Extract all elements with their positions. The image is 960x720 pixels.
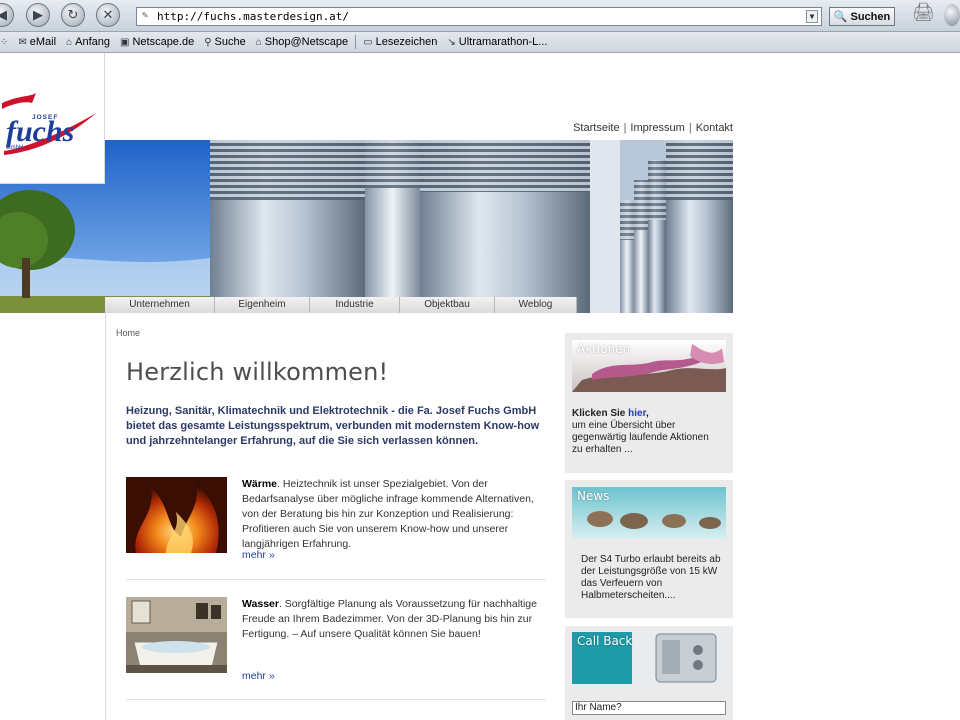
fuchs-logo-icon: JOSEF fuchs GmbH bbox=[2, 93, 96, 155]
stop-button[interactable]: ✕ bbox=[96, 3, 120, 27]
more-link[interactable]: mehr » bbox=[242, 670, 275, 682]
folder-icon: ▭ bbox=[363, 36, 373, 48]
bookmark-ultramarathon[interactable]: ↘ Ultramarathon-L... bbox=[442, 36, 552, 48]
header-banner-image bbox=[0, 140, 733, 313]
link-startseite[interactable]: Startseite bbox=[573, 122, 619, 134]
logo-suffix: GmbH bbox=[6, 145, 23, 151]
magnifier-icon: 🔍 bbox=[833, 11, 848, 23]
bookmark-overflow[interactable]: ⁘ bbox=[0, 37, 13, 48]
back-button[interactable]: ◀ bbox=[0, 3, 14, 27]
link-icon: ↘ bbox=[447, 36, 456, 48]
logo-name: fuchs bbox=[6, 115, 74, 148]
search-icon: ⚲ bbox=[204, 36, 212, 48]
link-impressum[interactable]: Impressum bbox=[630, 122, 684, 134]
reload-button[interactable]: ↻ bbox=[61, 3, 85, 27]
news-image[interactable]: News bbox=[572, 487, 726, 539]
fire-image bbox=[126, 477, 227, 553]
chevron-icon: ⁘ bbox=[0, 36, 9, 48]
bookmark-label: Suche bbox=[214, 36, 246, 48]
news-text: Der S4 Turbo erlaubt bereits ab der Leis… bbox=[581, 554, 721, 601]
bookmark-label: eMail bbox=[29, 36, 57, 48]
bookmark-label: Shop@Netscape bbox=[264, 36, 349, 48]
aktionen-label: Aktionen bbox=[577, 342, 631, 356]
aktionen-body: um eine Übersicht über gegenwärtig laufe… bbox=[572, 420, 709, 455]
feature-text: Wasser. Sorgfältige Planung als Vorausse… bbox=[242, 597, 552, 642]
bookmark-label: Anfang bbox=[75, 36, 110, 48]
sidebar-aktionen: Aktionen Klicken Sie hier, um eine Übersi… bbox=[565, 333, 733, 473]
bookmark-label: Lesezeichen bbox=[375, 36, 438, 48]
back-arrow-icon: ◀ bbox=[0, 7, 7, 23]
divider bbox=[126, 699, 546, 700]
web-page: JOSEF fuchs GmbH Startseite | Impressum | Ko… bbox=[0, 53, 960, 720]
tab-unternehmen[interactable]: Unternehmen bbox=[105, 297, 215, 313]
callback-label: Call Back bbox=[577, 634, 633, 648]
browser-window: ◀ ▶ ↻ ✕ ✎ http://fuchs.masterdesign.at/ … bbox=[0, 0, 960, 720]
breadcrumb[interactable]: Home bbox=[116, 328, 140, 338]
callback-image[interactable]: Call Back bbox=[572, 632, 726, 684]
bookmark-anfang[interactable]: ⌂ Anfang bbox=[61, 36, 115, 48]
feature-wasser: Wasser. Sorgfältige Planung als Vorausse… bbox=[126, 597, 546, 707]
tab-eigenheim[interactable]: Eigenheim bbox=[215, 297, 310, 313]
forward-button[interactable]: ▶ bbox=[26, 3, 50, 27]
aktionen-image[interactable]: Aktionen bbox=[572, 340, 726, 392]
name-input[interactable]: Ihr Name? bbox=[572, 701, 726, 715]
search-button-label: Suchen bbox=[850, 10, 891, 23]
my-icon: ▣ bbox=[120, 36, 130, 48]
bookmark-shop[interactable]: ⌂ Shop@Netscape bbox=[251, 36, 353, 48]
feature-body: . Sorgfältige Planung als Voraussetzung … bbox=[242, 598, 537, 640]
bookmarks-bar: ⁘ ✉ eMail ⌂ Anfang ▣ Netscape.de ⚲ Suche ⌂ Sh… bbox=[0, 32, 960, 53]
page-title: Herzlich willkommen! bbox=[126, 358, 389, 386]
aktionen-lead-end: , bbox=[645, 408, 649, 419]
mail-icon: ✉ bbox=[18, 36, 27, 48]
print-icon[interactable]: 🖨 bbox=[912, 2, 942, 28]
main-navigation: Unternehmen Eigenheim Industrie Objektba… bbox=[105, 297, 577, 313]
bookmark-separator bbox=[355, 35, 357, 49]
page-icon: ✎ bbox=[142, 10, 149, 21]
feature-waerme: Wärme. Heiztechnik ist unser Spezialgebi… bbox=[126, 477, 546, 587]
bookmark-label: Ultramarathon-L... bbox=[458, 36, 548, 48]
aktionen-lead: Klicken Sie bbox=[572, 408, 629, 419]
bookmark-suche[interactable]: ⚲ Suche bbox=[199, 36, 251, 48]
feature-heading: Wärme bbox=[242, 478, 278, 490]
feature-text: Wärme. Heiztechnik ist unser Spezialgebi… bbox=[242, 477, 552, 552]
bathroom-image bbox=[126, 597, 227, 673]
logo[interactable]: JOSEF fuchs GmbH bbox=[0, 53, 105, 184]
forward-arrow-icon: ▶ bbox=[33, 7, 43, 23]
intro-text: Heizung, Sanitär, Klimatechnik und Elekt… bbox=[126, 405, 540, 447]
link-separator: | bbox=[688, 122, 692, 134]
tab-objektbau[interactable]: Objektbau bbox=[400, 297, 495, 313]
close-icon: ✕ bbox=[102, 7, 114, 23]
sidebar-news: News Der S4 Turbo erlaubt bereits ab der… bbox=[565, 480, 733, 618]
shop-icon: ⌂ bbox=[255, 36, 262, 48]
more-link[interactable]: mehr » bbox=[242, 549, 275, 561]
feature-body: . Heiztechnik ist unser Spezialgebiet. V… bbox=[242, 478, 534, 550]
aktionen-text: Klicken Sie hier, um eine Übersicht über … bbox=[572, 408, 722, 456]
url-dropdown-button[interactable]: ▼ bbox=[806, 10, 818, 23]
sidebar-callback: Call Back Ihr Name? bbox=[565, 626, 733, 720]
bookmark-lesezeichen[interactable]: ▭ Lesezeichen bbox=[358, 36, 442, 48]
search-button[interactable]: 🔍 Suchen bbox=[829, 7, 895, 26]
home-icon: ⌂ bbox=[66, 36, 73, 48]
feature-heading: Wasser bbox=[242, 598, 279, 610]
news-label: News bbox=[577, 489, 610, 503]
sidebar: Aktionen Klicken Sie hier, um eine Übersi… bbox=[565, 333, 733, 720]
throbber-icon bbox=[944, 4, 960, 26]
bookmark-netscape[interactable]: ▣ Netscape.de bbox=[115, 36, 199, 48]
bookmark-label: Netscape.de bbox=[132, 36, 195, 48]
reload-icon: ↻ bbox=[67, 7, 79, 23]
aktionen-link[interactable]: hier bbox=[628, 408, 646, 419]
url-input[interactable]: ✎ http://fuchs.masterdesign.at/ ▼ bbox=[136, 7, 822, 26]
link-kontakt[interactable]: Kontakt bbox=[696, 122, 733, 134]
top-links: Startseite | Impressum | Kontakt bbox=[573, 122, 733, 134]
divider bbox=[126, 579, 546, 580]
browser-toolbar: ◀ ▶ ↻ ✕ ✎ http://fuchs.masterdesign.at/ … bbox=[0, 0, 960, 32]
link-separator: | bbox=[623, 122, 627, 134]
tab-weblog[interactable]: Weblog bbox=[495, 297, 577, 313]
url-text: http://fuchs.masterdesign.at/ bbox=[157, 10, 350, 23]
tab-industrie[interactable]: Industrie bbox=[310, 297, 400, 313]
bookmark-email[interactable]: ✉ eMail bbox=[13, 36, 61, 48]
